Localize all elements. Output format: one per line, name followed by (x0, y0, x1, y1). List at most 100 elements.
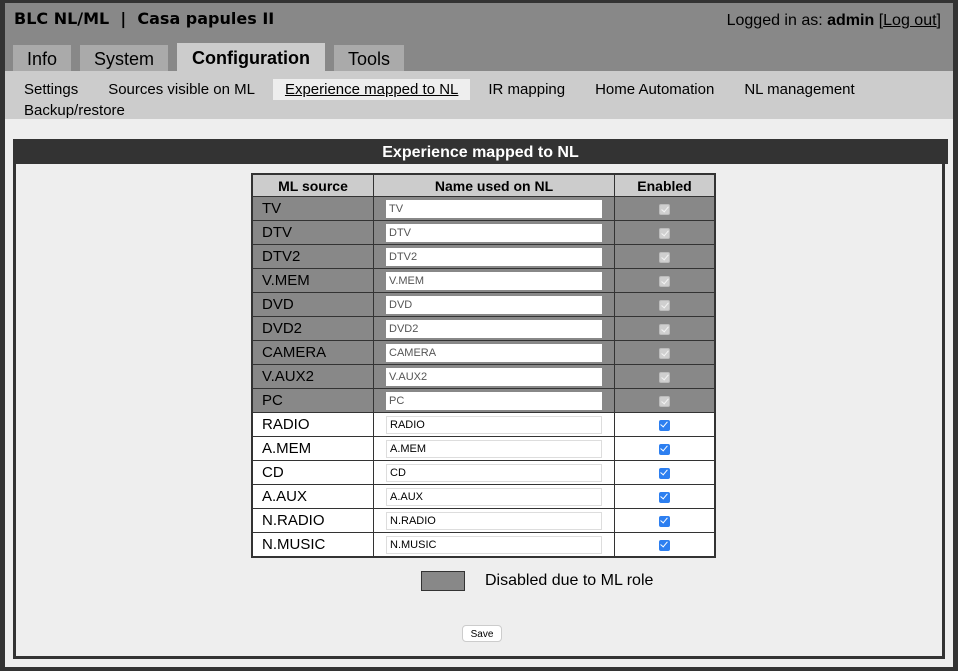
subnav-sources-visible[interactable]: Sources visible on ML (96, 79, 267, 100)
nl-name-input (386, 295, 602, 314)
table-row: PC (251, 388, 716, 413)
ml-source-cell: DVD2 (251, 316, 374, 341)
sub-navigation: Settings Sources visible on ML Experienc… (5, 71, 953, 119)
table-row: TV (251, 196, 716, 221)
enabled-checkbox (659, 275, 670, 287)
nl-name-input[interactable] (386, 511, 602, 530)
nl-name-input[interactable] (386, 535, 602, 554)
ml-source-cell: A.MEM (251, 436, 374, 461)
enabled-checkbox[interactable] (659, 491, 670, 503)
nl-name-input (386, 247, 602, 266)
table-row: RADIO (251, 412, 716, 437)
name-cell (373, 220, 615, 245)
nl-name-input (386, 223, 602, 242)
col-name-on-nl: Name used on NL (373, 173, 615, 197)
subnav-settings[interactable]: Settings (12, 79, 90, 100)
ml-source-cell: RADIO (251, 412, 374, 437)
nl-name-input[interactable] (386, 487, 602, 506)
table-header-row: ML source Name used on NL Enabled (251, 173, 716, 197)
nl-name-input (386, 319, 602, 338)
experience-panel: Experience mapped to NL ML source Name u… (13, 139, 948, 659)
tab-tools[interactable]: Tools (334, 45, 405, 71)
table-row: A.AUX (251, 484, 716, 509)
logout-link[interactable]: Log out (883, 12, 936, 29)
nl-name-input (386, 391, 602, 410)
name-cell (373, 532, 615, 558)
name-cell (373, 484, 615, 509)
enabled-cell (614, 460, 716, 485)
name-cell (373, 388, 615, 413)
mapping-table: ML source Name used on NL Enabled TVDTVD… (251, 173, 716, 558)
table-row: CD (251, 460, 716, 485)
ml-source-cell: V.AUX2 (251, 364, 374, 389)
panel-title: Experience mapped to NL (13, 139, 948, 164)
enabled-checkbox[interactable] (659, 539, 670, 551)
save-button[interactable]: Save (462, 625, 502, 642)
name-cell (373, 196, 615, 221)
nl-name-input[interactable] (386, 439, 602, 458)
name-cell (373, 292, 615, 317)
enabled-cell (614, 364, 716, 389)
enabled-cell (614, 268, 716, 293)
enabled-checkbox (659, 251, 670, 263)
ml-source-cell: N.RADIO (251, 508, 374, 533)
enabled-checkbox[interactable] (659, 515, 670, 527)
logout-close-bracket: ] (936, 12, 941, 29)
table-row: DVD (251, 292, 716, 317)
username: admin (827, 12, 875, 29)
tab-system[interactable]: System (80, 45, 169, 71)
enabled-cell (614, 484, 716, 509)
ml-source-cell: TV (251, 196, 374, 221)
legend-swatch (421, 571, 465, 591)
name-cell (373, 508, 615, 533)
login-prefix: Logged in as: (726, 12, 828, 29)
enabled-checkbox[interactable] (659, 467, 670, 479)
nl-name-input[interactable] (386, 415, 602, 434)
enabled-cell (614, 244, 716, 269)
name-cell (373, 268, 615, 293)
ml-source-cell: CD (251, 460, 374, 485)
enabled-checkbox[interactable] (659, 443, 670, 455)
app-frame: BLC NL/ML | Casa papules II Logged in as… (5, 3, 953, 667)
col-ml-source: ML source (251, 173, 374, 197)
ml-source-cell: A.AUX (251, 484, 374, 509)
table-row: N.RADIO (251, 508, 716, 533)
app-title: BLC NL/ML | Casa papules II (14, 9, 275, 28)
table-row: N.MUSIC (251, 532, 716, 558)
legend: Disabled due to ML role (421, 571, 653, 591)
enabled-cell (614, 220, 716, 245)
nl-name-input[interactable] (386, 463, 602, 482)
name-cell (373, 436, 615, 461)
enabled-checkbox[interactable] (659, 419, 670, 431)
ml-source-cell: CAMERA (251, 340, 374, 365)
table-row: DVD2 (251, 316, 716, 341)
enabled-checkbox (659, 323, 670, 335)
subnav-home-automation[interactable]: Home Automation (583, 79, 726, 100)
ml-source-cell: N.MUSIC (251, 532, 374, 558)
enabled-cell (614, 340, 716, 365)
name-cell (373, 364, 615, 389)
table-row: DTV (251, 220, 716, 245)
enabled-checkbox (659, 395, 670, 407)
name-cell (373, 460, 615, 485)
table-row: CAMERA (251, 340, 716, 365)
subnav-ir-mapping[interactable]: IR mapping (476, 79, 577, 100)
subnav-backup-restore[interactable]: Backup/restore (12, 100, 137, 121)
enabled-checkbox (659, 203, 670, 215)
tab-info[interactable]: Info (13, 45, 72, 71)
enabled-cell (614, 292, 716, 317)
name-cell (373, 316, 615, 341)
header: BLC NL/ML | Casa papules II Logged in as… (5, 3, 953, 71)
subnav-experience-mapped[interactable]: Experience mapped to NL (272, 79, 471, 100)
tab-configuration[interactable]: Configuration (177, 43, 326, 71)
nl-name-input (386, 271, 602, 290)
subnav-nl-management[interactable]: NL management (732, 79, 866, 100)
name-cell (373, 244, 615, 269)
enabled-cell (614, 316, 716, 341)
nl-name-input (386, 343, 602, 362)
name-cell (373, 412, 615, 437)
table-row: DTV2 (251, 244, 716, 269)
enabled-checkbox (659, 347, 670, 359)
table-row: V.AUX2 (251, 364, 716, 389)
name-cell (373, 340, 615, 365)
